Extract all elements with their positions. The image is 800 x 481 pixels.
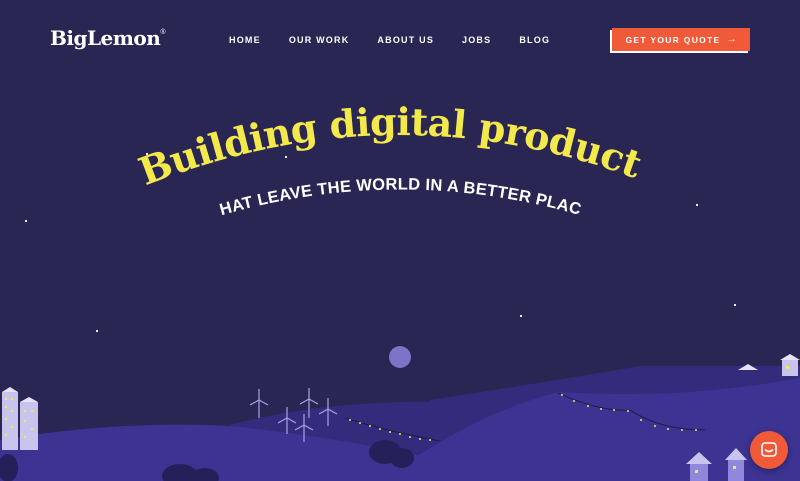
- star: [24, 219, 28, 223]
- moon: [389, 346, 411, 368]
- wind-turbine: [249, 389, 269, 418]
- star: [95, 329, 99, 333]
- chat-launcher-button[interactable]: [750, 431, 788, 469]
- nav-item-blog[interactable]: BLOG: [519, 35, 550, 45]
- star: [695, 203, 699, 207]
- hero-illustration: Building digital products THAT LEAVE THE…: [0, 0, 800, 481]
- nav-item-about-us[interactable]: ABOUT US: [377, 35, 434, 45]
- star: [519, 314, 523, 318]
- logo[interactable]: BigLemon®: [50, 26, 165, 50]
- nav-item-our-work[interactable]: OUR WORK: [289, 35, 350, 45]
- page: Building digital products THAT LEAVE THE…: [0, 0, 800, 481]
- star: [284, 155, 288, 159]
- main-nav: HOME OUR WORK ABOUT US JOBS BLOG: [229, 35, 550, 45]
- logo-text: BigLemon: [50, 26, 161, 50]
- logo-trademark: ®: [160, 29, 165, 36]
- nav-item-jobs[interactable]: JOBS: [462, 35, 491, 45]
- get-quote-button[interactable]: GET YOUR QUOTE →: [612, 28, 750, 51]
- arrow-right-icon: →: [726, 34, 737, 45]
- chat-bubble-icon: [761, 442, 777, 457]
- apartment-buildings: [2, 387, 38, 450]
- nav-item-home[interactable]: HOME: [229, 35, 261, 45]
- get-quote-label: GET YOUR QUOTE: [625, 34, 721, 45]
- star: [733, 303, 737, 307]
